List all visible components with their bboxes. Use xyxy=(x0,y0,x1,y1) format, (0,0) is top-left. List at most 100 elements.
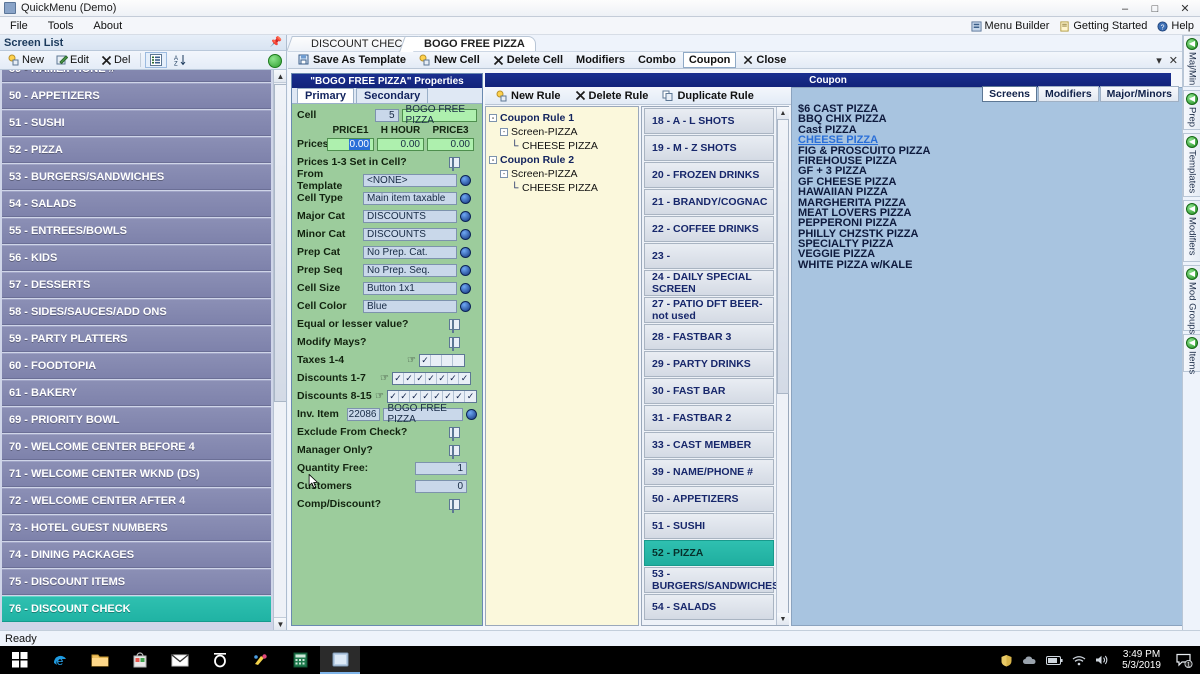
price3-field[interactable]: 0.00 xyxy=(427,137,474,151)
store-taskbar-button[interactable] xyxy=(120,646,160,674)
battery-icon[interactable] xyxy=(1046,655,1063,665)
inv-item-name-field[interactable]: BOGO FREE PIZZA xyxy=(383,403,464,425)
coupon-menu-item[interactable]: WHITE PIZZA w/KALE xyxy=(796,259,1180,270)
checkbox-cell[interactable] xyxy=(442,354,453,366)
menu-file[interactable]: File xyxy=(0,17,38,35)
property-checkbox[interactable] xyxy=(449,336,460,351)
coupon-screen-item[interactable]: 19 - M - Z SHOTS xyxy=(644,135,774,161)
checkbox-cell[interactable]: ✓ xyxy=(443,390,454,402)
property-select[interactable]: No Prep. Seq. xyxy=(363,263,457,277)
property-number-field[interactable]: 1 xyxy=(415,461,467,475)
screen-list-scrollbar[interactable]: ▲ ▼ xyxy=(273,70,286,630)
opera-taskbar-button[interactable] xyxy=(200,646,240,674)
new-screen-button[interactable]: New xyxy=(3,52,49,68)
tree-node[interactable]: - Screen-PIZZA xyxy=(489,125,635,139)
vertical-tab[interactable]: ◀ Items xyxy=(1183,334,1200,374)
close-button[interactable]: ✕ xyxy=(1170,0,1200,17)
tree-expander-icon[interactable]: - xyxy=(500,128,508,136)
tree-node[interactable]: └ CHEESE PIZZA xyxy=(489,181,635,195)
sidebar-item-screen[interactable]: 75 - DISCOUNT ITEMS xyxy=(2,569,271,595)
cloud-icon[interactable] xyxy=(1022,655,1037,666)
sidebar-item-screen[interactable]: 51 - SUSHI xyxy=(2,110,271,136)
mail-taskbar-button[interactable] xyxy=(160,646,200,674)
save-as-template-button[interactable]: Save As Template xyxy=(292,52,412,68)
sidebar-item-screen[interactable]: 60 - FOODTOPIA xyxy=(2,353,271,379)
checkbox-cell[interactable]: ✓ xyxy=(420,354,431,366)
property-checkbox[interactable] xyxy=(449,318,460,333)
coupon-screen-item[interactable]: 53 - BURGERS/SANDWICHES xyxy=(644,567,776,593)
getting-started-button[interactable]: Getting Started xyxy=(1059,20,1147,32)
scroll-up-icon[interactable]: ▲ xyxy=(274,70,286,83)
property-lookup-icon[interactable] xyxy=(460,246,471,258)
calculator-taskbar-button[interactable] xyxy=(280,646,320,674)
checkbox-cell[interactable] xyxy=(431,354,442,366)
coupon-rules-tree[interactable]: - Coupon Rule 1- Screen-PIZZA └ CHEESE PIZZA… xyxy=(485,106,639,626)
start-button[interactable] xyxy=(0,646,40,674)
property-select[interactable]: Main item taxable xyxy=(363,191,457,205)
hand-pointer-icon[interactable]: ☞ xyxy=(407,355,416,366)
sidebar-item-screen[interactable]: 39 - NAME/PHONE # xyxy=(2,70,271,82)
sidebar-item-screen[interactable]: 52 - PIZZA xyxy=(2,137,271,163)
coupon-screen-item[interactable]: 50 - APPETIZERS xyxy=(644,486,774,512)
property-lookup-icon[interactable] xyxy=(460,174,471,186)
tree-expander-icon[interactable]: - xyxy=(489,156,497,164)
property-lookup-icon[interactable] xyxy=(460,300,471,312)
taxes-checkboxes[interactable]: ✓ xyxy=(418,353,465,367)
property-checkbox[interactable] xyxy=(449,444,460,459)
property-select[interactable]: Button 1x1 xyxy=(363,281,457,295)
property-select[interactable]: DISCOUNTS xyxy=(363,209,457,223)
hhour-field[interactable]: 0.00 xyxy=(377,137,424,151)
discounts-8-15-checkboxes[interactable]: ✓ ✓ ✓ ✓ ✓ ✓ ✓ ✓ xyxy=(387,389,477,403)
checkbox-cell[interactable]: ✓ xyxy=(432,390,443,402)
duplicate-rule-button[interactable]: Duplicate Rule xyxy=(656,88,759,104)
edge-taskbar-button[interactable]: e xyxy=(40,646,80,674)
checkbox-cell[interactable]: ✓ xyxy=(448,372,459,384)
new-cell-button[interactable]: New Cell xyxy=(413,52,486,68)
checkbox-cell[interactable]: ✓ xyxy=(388,390,399,402)
property-checkbox[interactable] xyxy=(449,156,460,171)
checkbox-cell[interactable]: ✓ xyxy=(421,390,432,402)
sidebar-item-screen[interactable]: 54 - SALADS xyxy=(2,191,271,217)
vertical-tab[interactable]: ◀ Mod Groups xyxy=(1183,265,1200,334)
coupon-screen-item[interactable]: 18 - A - L SHOTS xyxy=(644,108,774,134)
minimize-button[interactable]: – xyxy=(1110,0,1140,17)
sidebar-item-screen[interactable]: 59 - PARTY PLATTERS xyxy=(2,326,271,352)
coupon-screen-item[interactable]: 21 - BRANDY/COGNAC xyxy=(644,189,774,215)
property-select[interactable]: Blue xyxy=(363,299,457,313)
coupon-screen-item[interactable]: 39 - NAME/PHONE # xyxy=(644,459,774,485)
wifi-icon[interactable] xyxy=(1072,655,1086,666)
close-document-button[interactable]: Close xyxy=(737,52,792,68)
checkbox-cell[interactable]: ✓ xyxy=(399,390,410,402)
coupon-menu-item[interactable]: CHEESE PIZZA xyxy=(796,134,1180,145)
combo-button[interactable]: Combo xyxy=(632,52,682,68)
hand-pointer-icon[interactable]: ☞ xyxy=(375,391,384,402)
vertical-tab[interactable]: ◀ Templates xyxy=(1183,133,1200,197)
property-select[interactable]: No Prep. Cat. xyxy=(363,245,457,259)
property-select[interactable]: DISCOUNTS xyxy=(363,227,457,241)
coupon-screen-item[interactable]: 31 - FASTBAR 2 xyxy=(644,405,774,431)
sidebar-item-screen[interactable]: 72 - WELCOME CENTER AFTER 4 xyxy=(2,488,271,514)
sidebar-item-screen[interactable]: 50 - APPETIZERS xyxy=(2,83,271,109)
checkbox-cell[interactable] xyxy=(453,355,464,366)
tab-primary[interactable]: Primary xyxy=(297,88,354,103)
checkbox-cell[interactable]: ✓ xyxy=(404,372,415,384)
inv-item-number-field[interactable]: 22086 xyxy=(347,407,381,421)
coupon-screens-scrollbar[interactable]: ▲ ▼ xyxy=(776,107,789,625)
document-pin-icon[interactable]: ▾ xyxy=(1156,54,1162,67)
tab-bogo-free-pizza[interactable]: BOGO FREE PIZZA xyxy=(399,36,536,52)
scroll-thumb[interactable] xyxy=(274,84,286,402)
menu-builder-button[interactable]: Menu Builder xyxy=(971,20,1049,32)
property-checkbox[interactable] xyxy=(449,426,460,441)
coupon-screen-item[interactable]: 33 - CAST MEMBER xyxy=(644,432,774,458)
menu-tools[interactable]: Tools xyxy=(38,17,84,35)
sidebar-item-screen[interactable]: 70 - WELCOME CENTER BEFORE 4 xyxy=(2,434,271,460)
sidebar-item-screen[interactable]: 73 - HOTEL GUEST NUMBERS xyxy=(2,515,271,541)
cell-name-field[interactable]: BOGO FREE PIZZA xyxy=(401,104,477,126)
property-checkbox[interactable] xyxy=(449,498,460,513)
checkbox-cell[interactable]: ✓ xyxy=(437,372,448,384)
vertical-tab[interactable]: ◀ Maj/Min xyxy=(1183,35,1200,87)
security-icon[interactable] xyxy=(1000,654,1013,667)
discounts-1-7-checkboxes[interactable]: ✓ ✓ ✓ ✓ ✓ ✓ ✓ xyxy=(391,371,471,385)
sidebar-item-screen[interactable]: 74 - DINING PACKAGES xyxy=(2,542,271,568)
sidebar-item-screen[interactable]: 71 - WELCOME CENTER WKND (DS) xyxy=(2,461,271,487)
